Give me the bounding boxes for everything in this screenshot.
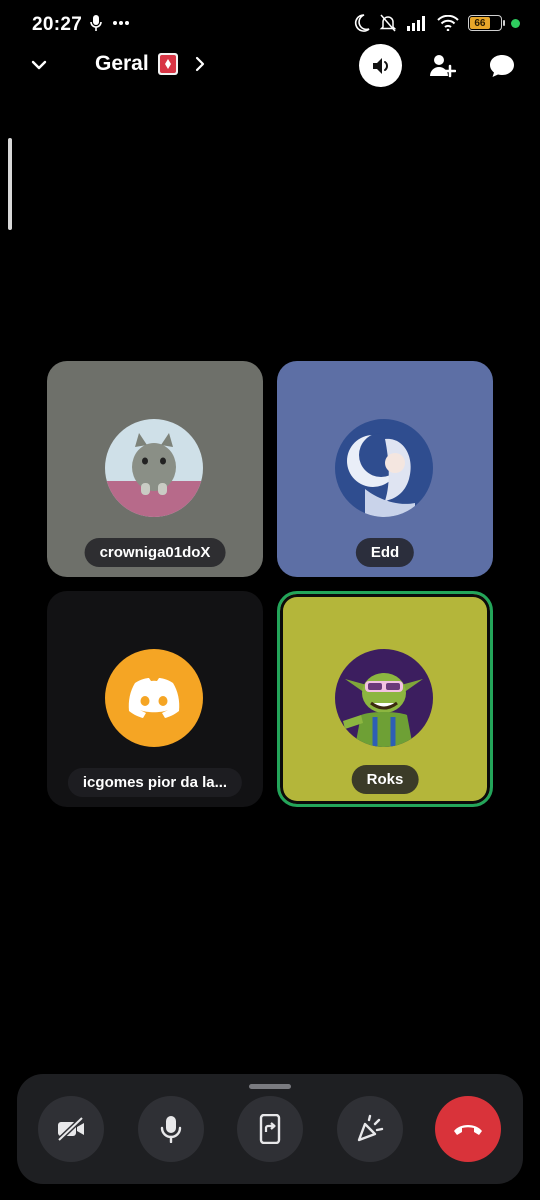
avatar bbox=[105, 649, 203, 747]
participant-name: icgomes pior da la... bbox=[67, 768, 243, 797]
avatar bbox=[335, 419, 433, 517]
anime-character-avatar bbox=[335, 419, 433, 517]
participant-name: Edd bbox=[355, 538, 415, 567]
channel-title: Geral bbox=[95, 52, 149, 75]
scrollbar[interactable] bbox=[8, 138, 12, 230]
channel-title-button[interactable]: Geral bbox=[95, 52, 207, 76]
moon-icon bbox=[354, 14, 370, 32]
hangup-icon bbox=[454, 1125, 482, 1135]
cat-photo-avatar bbox=[105, 419, 203, 517]
participant-name: Roks bbox=[351, 765, 419, 794]
camera-toggle-button[interactable] bbox=[38, 1096, 104, 1162]
status-right-icons: 66 bbox=[354, 13, 520, 33]
battery-icon: 66 bbox=[468, 15, 505, 31]
chat-bubble-icon[interactable] bbox=[488, 52, 516, 80]
speaker-icon bbox=[372, 57, 388, 74]
disconnect-button[interactable] bbox=[435, 1096, 501, 1162]
battery-level: 66 bbox=[470, 17, 490, 29]
wifi-icon bbox=[437, 15, 459, 31]
avatar bbox=[105, 419, 203, 517]
participant-tile[interactable]: icgomes pior da la... bbox=[47, 591, 263, 807]
chevron-down-icon[interactable] bbox=[28, 54, 50, 76]
activities-icon bbox=[357, 1114, 384, 1142]
drag-handle[interactable] bbox=[249, 1084, 291, 1089]
screen-share-button[interactable] bbox=[237, 1096, 303, 1162]
chevron-right-icon bbox=[195, 56, 204, 72]
discord-logo-icon bbox=[128, 678, 180, 718]
microphone-button[interactable] bbox=[138, 1096, 204, 1162]
video-off-icon bbox=[57, 1116, 84, 1142]
call-header: Geral bbox=[0, 40, 540, 90]
participant-tile[interactable]: Edd bbox=[277, 361, 493, 577]
goblin-character-avatar bbox=[335, 649, 433, 747]
active-indicator-dot bbox=[511, 18, 520, 28]
participant-tile-speaking[interactable]: Roks bbox=[277, 591, 493, 807]
bell-off-icon bbox=[379, 14, 397, 32]
status-time: 20:27 bbox=[32, 14, 83, 35]
speaker-button[interactable] bbox=[359, 44, 402, 87]
participant-tile[interactable]: crowniga01doX bbox=[47, 361, 263, 577]
status-left-icons bbox=[90, 14, 130, 32]
voice-call-screen: 20:27 66 Geral crowniga01doX Edd icgomes… bbox=[0, 0, 540, 1200]
call-controls-bar bbox=[17, 1074, 523, 1184]
more-dots-icon bbox=[113, 21, 129, 25]
avatar bbox=[335, 649, 433, 747]
add-user-icon[interactable] bbox=[428, 52, 456, 80]
screen-share-icon bbox=[259, 1114, 281, 1144]
mic-icon bbox=[90, 15, 102, 31]
channel-emoji-icon bbox=[157, 53, 178, 75]
signal-icon bbox=[407, 16, 425, 31]
mic-icon bbox=[160, 1116, 182, 1143]
activities-button[interactable] bbox=[337, 1096, 403, 1162]
participant-name: crowniga01doX bbox=[84, 538, 226, 567]
